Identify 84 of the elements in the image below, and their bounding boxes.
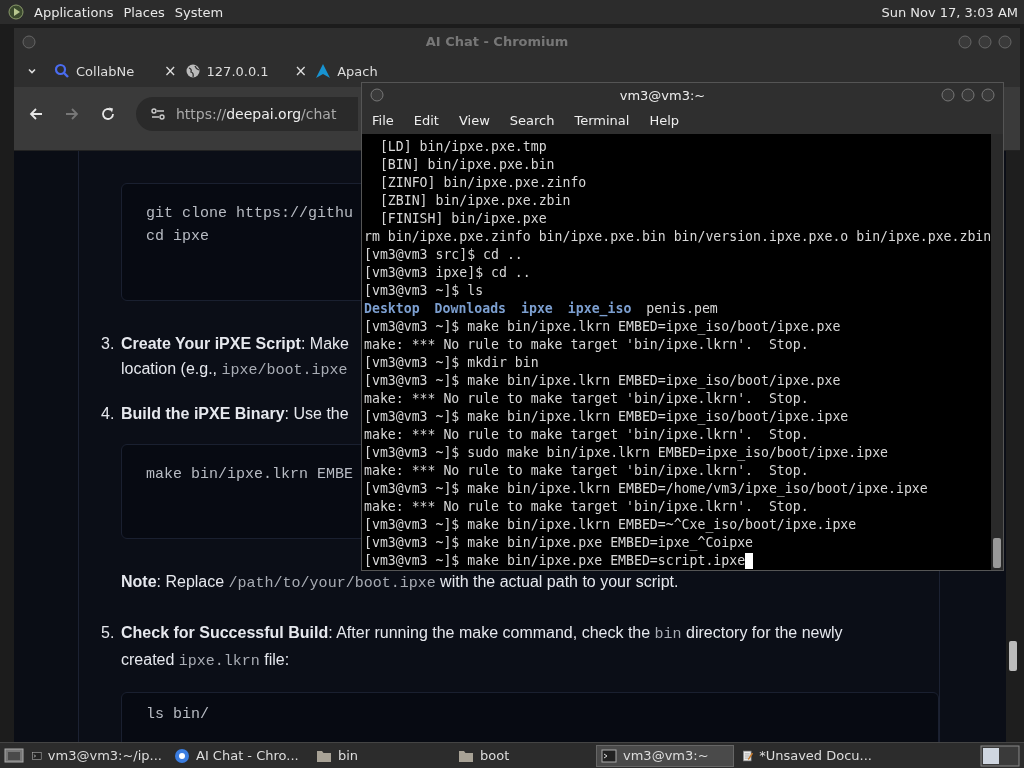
site-settings-icon[interactable] — [150, 105, 166, 122]
clock[interactable]: Sun Nov 17, 3:03 AM — [881, 4, 1018, 20]
terminal-line: make: *** No rule to make target 'bin/ipxe.lkrn'. Stop. — [364, 426, 809, 444]
panel-menu[interactable]: Applications — [34, 4, 114, 20]
menu-item[interactable]: File — [364, 111, 402, 131]
menu-item[interactable]: Terminal — [566, 111, 638, 131]
window-control-icon[interactable] — [961, 88, 975, 103]
window-control-icon[interactable] — [941, 88, 955, 103]
directory-entry: Downloads — [434, 300, 507, 318]
terminal-line: [vm3@vm3 ~]$ sudo make bin/ipxe.lkrn EMBED=ipxe_iso/boot/ipxe.ipxe — [364, 444, 888, 462]
scrollbar[interactable] — [1006, 151, 1020, 742]
browser-tab[interactable]: CollabNe × — [52, 61, 179, 81]
terminal-line: rm bin/ipxe.pxe.zinfo bin/ipxe.pxe.bin bin/version.ipxe.pxe.o bin/ipxe.pxe.zbin — [364, 228, 992, 246]
globe-icon — [184, 63, 201, 79]
terminal-line: [vm3@vm3 ~]$ make bin/ipxe.pxe EMBED=ipxe_^Coipxe — [364, 534, 754, 552]
terminal-line: [vm3@vm3 ~]$ make bin/ipxe.lkrn EMBED=/home/vm3/ipxe_iso/boot/ipxe.ipxe — [364, 480, 928, 498]
reload-icon[interactable] — [100, 105, 116, 122]
terminal-line: make: *** No rule to make target 'bin/ipxe.lkrn'. Stop. — [364, 462, 809, 480]
app-menu-icon[interactable] — [8, 4, 24, 20]
terminal-line: [vm3@vm3 src]$ cd .. — [364, 246, 523, 264]
notepad-icon — [742, 747, 754, 764]
menu-item[interactable]: Edit — [405, 111, 447, 131]
step-number: 5. — [101, 623, 116, 643]
step-number: 4. — [101, 404, 116, 424]
directory-entry: penis.pem — [646, 300, 718, 318]
window-title: vm3@vm3:~ — [618, 87, 707, 103]
taskbar-button[interactable]: vm3@vm3:~ — [596, 744, 734, 767]
search-icon — [54, 63, 70, 79]
directory-entry: ipxe — [521, 300, 553, 318]
note-text: Note: Replace /path/to/your/boot.ipxe with the actual path to your script. — [121, 572, 680, 594]
taskbar-button[interactable]: *Unsaved Docu... — [738, 744, 876, 767]
menu-item[interactable]: Help — [641, 111, 688, 131]
workspace-switcher-icon[interactable] — [980, 744, 1020, 767]
terminal-line: [vm3@vm3 ~]$ make bin/ipxe.pxe EMBED=script.ipxe — [364, 552, 746, 570]
code-line: cd ipxe — [146, 227, 209, 247]
code-line: git clone https://githu — [146, 204, 354, 224]
directory-entry: Desktop — [364, 300, 420, 318]
taskbar-button[interactable]: bin — [312, 744, 450, 767]
back-icon[interactable] — [28, 105, 44, 122]
terminal-line: make: *** No rule to make target 'bin/ipxe.lkrn'. Stop. — [364, 336, 809, 354]
step-number: 3. — [101, 334, 116, 354]
terminal-line: [vm3@vm3 ~]$ make bin/ipxe.lkrn EMBED=ipxe_iso/boot/ipxe.ipxe — [364, 408, 849, 426]
taskbar-button[interactable]: boot — [454, 744, 592, 767]
terminal-line: [FINISH] bin/ipxe.pxe — [378, 210, 547, 228]
step-text: Create Your iPXE Script: Make — [121, 334, 349, 354]
terminal-line: [BIN] bin/ipxe.pxe.bin — [378, 156, 555, 174]
forward-icon[interactable] — [64, 105, 80, 122]
terminal-line: make: *** No rule to make target 'bin/ipxe.lkrn'. Stop. — [364, 498, 809, 516]
terminal-line: [vm3@vm3 ~]$ make bin/ipxe.lkrn EMBED=ipxe_iso/boot/ipxe.pxe — [364, 372, 841, 390]
window-title: AI Chat - Chromium — [424, 34, 570, 49]
code-line: ls bin/ — [146, 705, 209, 725]
terminal-line: [vm3@vm3 ipxe]$ cd .. — [364, 264, 531, 282]
terminal-line: [vm3@vm3 ~]$ ls — [364, 282, 484, 300]
step-text: Check for Successful Build: After running the make command, check the bin directory for the newly — [121, 623, 843, 645]
close-tab-button[interactable]: × — [164, 62, 177, 80]
step-text: location (e.g., ipxe/boot.ipxe — [121, 359, 349, 381]
panel-menu[interactable]: Places — [123, 4, 165, 20]
terminal-icon — [601, 747, 617, 764]
terminal-line: make: *** No rule to make target 'bin/ipxe.lkrn'. Stop. — [364, 390, 809, 408]
taskbar-button[interactable]: AI Chat - Chro... — [170, 744, 308, 767]
terminal-line: [LD] bin/ipxe.pxe.tmp — [378, 138, 547, 156]
browser-icon — [174, 747, 190, 764]
mountain-icon — [315, 63, 332, 79]
scrollbar[interactable] — [991, 134, 1003, 570]
panel-menu[interactable]: System — [174, 4, 224, 20]
terminal-line: [ZINFO] bin/ipxe.pxe.zinfo — [378, 174, 587, 192]
browser-tab[interactable]: 127.0.0.1 × — [182, 61, 310, 81]
terminal-line: [ZBIN] bin/ipxe.pxe.zbin — [378, 192, 571, 210]
terminal-line: [vm3@vm3 ~]$ make bin/ipxe.lkrn EMBED=~^Cxe_iso/boot/ipxe.ipxe — [364, 516, 857, 534]
terminal-line: [vm3@vm3 ~]$ mkdir bin — [364, 354, 539, 372]
menu-item[interactable]: View — [450, 111, 498, 131]
address-bar[interactable]: https://deepai.org/chat — [136, 96, 358, 131]
window-control-icon[interactable] — [981, 88, 995, 103]
step-text: Build the iPXE Binary: Use the — [121, 404, 349, 424]
browser-tab[interactable]: Apach — [313, 62, 380, 80]
window-menu-icon[interactable] — [370, 88, 384, 103]
terminal-line: [vm3@vm3 ~]$ make bin/ipxe.lkrn EMBED=ipxe_iso/boot/ipxe.pxe — [364, 318, 841, 336]
show-desktop-icon[interactable] — [4, 746, 24, 765]
taskbar-button[interactable]: vm3@vm3:~/ip... — [28, 744, 166, 767]
menu-item[interactable]: Search — [501, 111, 563, 131]
close-tab-button[interactable]: × — [294, 62, 308, 80]
code-line: make bin/ipxe.lkrn EMBE — [146, 465, 354, 485]
directory-entry: ipxe_iso — [567, 300, 632, 318]
step-text: created ipxe.lkrn file: — [121, 650, 291, 672]
